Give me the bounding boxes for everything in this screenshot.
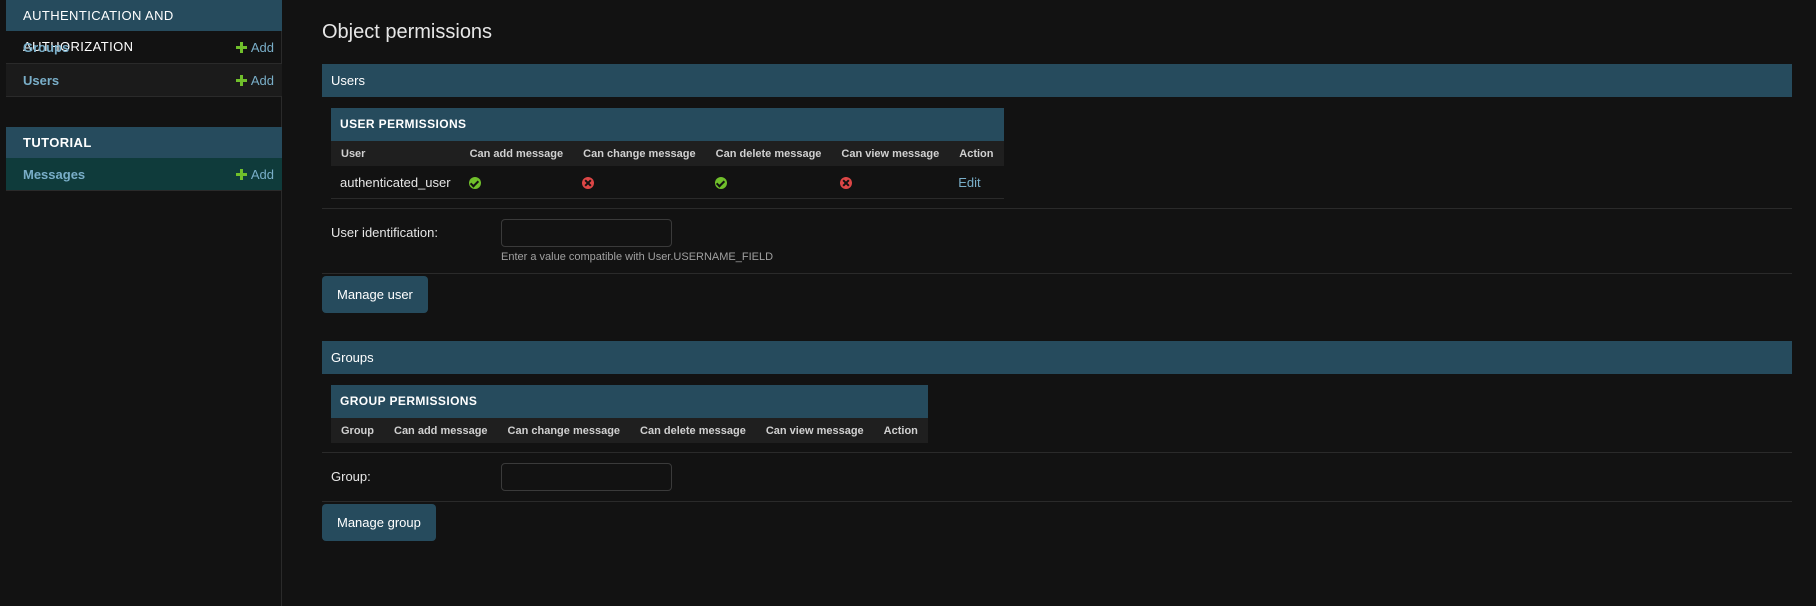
add-user-link[interactable]: Add xyxy=(235,72,274,88)
add-label: Add xyxy=(250,72,274,88)
column-header-can-view: Can view message xyxy=(755,418,874,443)
page-title: Object permissions xyxy=(322,21,493,43)
add-group-link[interactable]: Add xyxy=(235,39,274,55)
groups-section: Groups Group permissions Group Can add m… xyxy=(322,341,1792,541)
column-header-can-add: Can add message xyxy=(459,141,574,166)
table-row: authenticated_user Edit xyxy=(331,166,1004,199)
can-delete-cell xyxy=(705,166,832,199)
user-identification-label: User identification: xyxy=(331,225,438,240)
table-caption: Group permissions xyxy=(331,385,928,418)
column-header-can-delete: Can delete message xyxy=(705,141,832,166)
column-header-action: Action xyxy=(949,141,1004,166)
app-module-tutorial: Tutorial Messages Add xyxy=(6,127,282,191)
group-row: Group: xyxy=(322,452,1792,502)
user-permissions-table-wrap: User permissions User Can add message Ca… xyxy=(331,108,1792,199)
sidebar-item-messages: Messages Add xyxy=(6,158,282,191)
sidebar-link-groups[interactable]: Groups xyxy=(23,40,69,55)
column-header-can-add: Can add message xyxy=(384,418,498,443)
check-icon xyxy=(714,177,727,190)
can-add-cell xyxy=(459,166,574,199)
app-link-tutorial[interactable]: Tutorial xyxy=(23,135,92,150)
column-header-can-change: Can change message xyxy=(497,418,631,443)
user-name-cell: authenticated_user xyxy=(331,166,460,199)
column-header-group: Group xyxy=(331,418,384,443)
plus-icon xyxy=(235,41,247,53)
app-caption-tutorial[interactable]: Tutorial xyxy=(6,127,282,158)
app-module-auth: Authentication and Authorization Groups … xyxy=(6,0,282,97)
groups-section-header: Groups xyxy=(322,341,1792,374)
add-label: Add xyxy=(250,166,274,182)
group-label: Group: xyxy=(331,469,371,484)
sidebar-link-messages[interactable]: Messages xyxy=(23,167,85,182)
group-permissions-table: Group permissions Group Can add message … xyxy=(331,385,928,443)
add-message-link[interactable]: Add xyxy=(235,166,274,182)
column-header-user: User xyxy=(331,141,460,166)
column-header-can-delete: Can delete message xyxy=(630,418,756,443)
sidebar: Authentication and Authorization Groups … xyxy=(0,0,282,606)
user-identification-help: Enter a value compatible with User.USERN… xyxy=(501,251,774,263)
users-section: Users User permissions User Can add mess… xyxy=(322,64,1792,313)
sidebar-item-users: Users Add xyxy=(6,64,282,97)
add-label: Add xyxy=(250,39,274,55)
plus-icon xyxy=(235,168,247,180)
group-permissions-table-wrap: Group permissions Group Can add message … xyxy=(331,385,1792,443)
check-icon xyxy=(468,177,481,190)
users-section-header: Users xyxy=(322,64,1792,97)
cross-icon xyxy=(840,177,853,190)
can-change-cell xyxy=(573,166,706,199)
user-identification-input[interactable] xyxy=(501,219,672,247)
plus-icon xyxy=(235,74,247,86)
app-caption-auth[interactable]: Authentication and Authorization xyxy=(6,0,282,54)
sidebar-link-users[interactable]: Users xyxy=(23,73,59,88)
manage-user-button[interactable]: Manage user xyxy=(322,276,428,313)
action-cell: Edit xyxy=(949,166,1004,199)
main-content: Object permissions Users User permission… xyxy=(322,0,1792,541)
manage-group-button[interactable]: Manage group xyxy=(322,504,436,541)
user-identification-row: User identification: Enter a value compa… xyxy=(322,208,1792,274)
column-header-action: Action xyxy=(873,418,928,443)
can-view-cell xyxy=(831,166,950,199)
user-permissions-table: User permissions User Can add message Ca… xyxy=(331,108,1004,199)
group-input[interactable] xyxy=(501,463,672,491)
table-caption: User permissions xyxy=(331,108,1004,141)
column-header-can-view: Can view message xyxy=(831,141,950,166)
cross-icon xyxy=(582,177,595,190)
edit-user-link[interactable]: Edit xyxy=(958,175,980,190)
column-header-can-change: Can change message xyxy=(573,141,706,166)
